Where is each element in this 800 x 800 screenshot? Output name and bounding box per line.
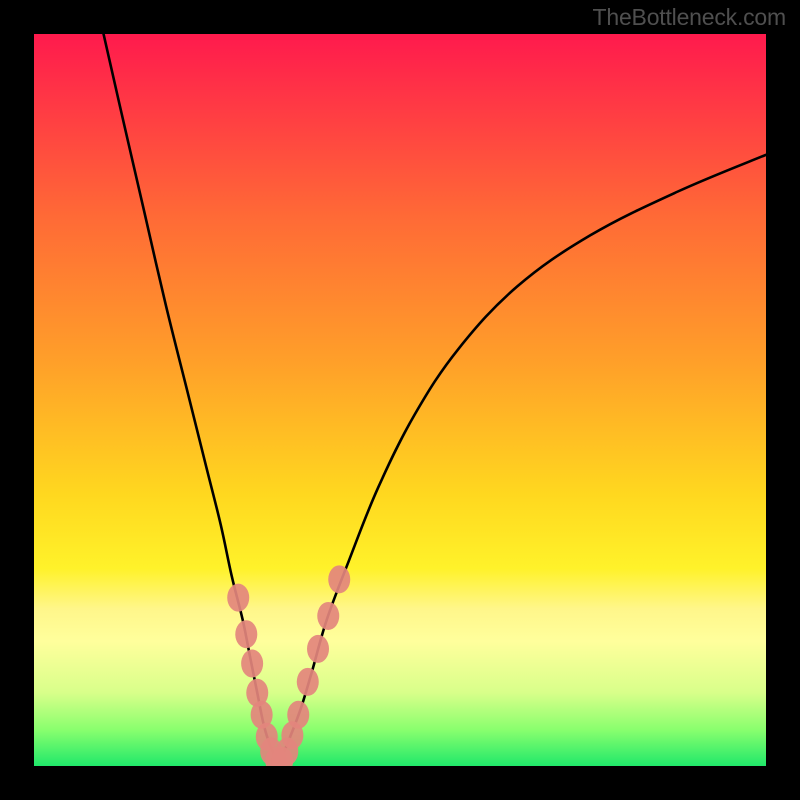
chart-frame: TheBottleneck.com bbox=[0, 0, 800, 800]
marker-point bbox=[328, 565, 350, 593]
marker-point bbox=[317, 602, 339, 630]
curve-right-branch bbox=[278, 155, 766, 763]
marker-point bbox=[227, 584, 249, 612]
marker-point bbox=[287, 701, 309, 729]
marker-point bbox=[235, 620, 257, 648]
marker-point bbox=[297, 668, 319, 696]
chart-svg bbox=[34, 34, 766, 766]
marker-point bbox=[307, 635, 329, 663]
attribution-text: TheBottleneck.com bbox=[593, 4, 786, 31]
marker-point bbox=[241, 650, 263, 678]
plot-area bbox=[34, 34, 766, 766]
